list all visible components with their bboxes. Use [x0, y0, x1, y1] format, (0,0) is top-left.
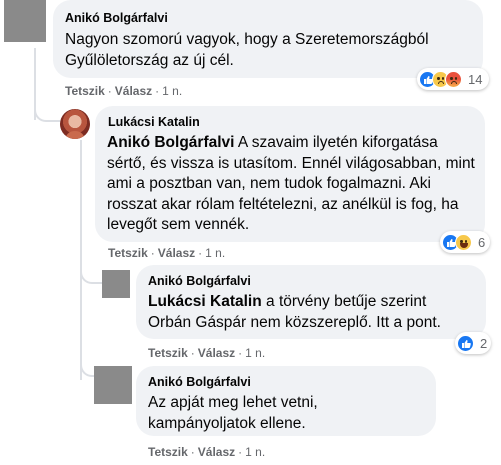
avatar[interactable]: [94, 366, 132, 404]
mention-link[interactable]: Lukácsi Katalin: [148, 293, 262, 310]
reply-button[interactable]: Válasz: [198, 346, 235, 360]
like-button[interactable]: Tetszik: [108, 246, 148, 260]
avatar[interactable]: [60, 109, 90, 139]
reply-button[interactable]: Válasz: [115, 84, 152, 98]
reaction-count: 14: [468, 71, 483, 87]
comment-bubble: Anikó Bolgárfalvi Lukácsi Katalin a törv…: [136, 265, 486, 339]
reaction-summary[interactable]: 2: [455, 332, 491, 354]
comment-author[interactable]: Anikó Bolgárfalvi: [148, 273, 474, 289]
reaction-summary[interactable]: 14: [417, 68, 489, 90]
comment-author[interactable]: Lukácsi Katalin: [108, 114, 473, 130]
like-button[interactable]: Tetszik: [148, 346, 188, 360]
comment-actions: Tetszik · Válasz · 1 n.: [148, 346, 266, 360]
mention-link[interactable]: Anikó Bolgárfalvi: [107, 134, 234, 151]
reply-button[interactable]: Válasz: [158, 246, 195, 260]
comment-text: Anikó Bolgárfalvi A szavaim ilyetén kifo…: [107, 134, 475, 233]
reaction-count: 2: [480, 335, 488, 351]
comment-actions: Tetszik · Válasz · 1 n.: [65, 84, 183, 98]
timestamp[interactable]: 1 n.: [245, 346, 265, 360]
avatar[interactable]: [102, 270, 130, 298]
comment-actions: Tetszik · Válasz · 1 n.: [148, 445, 266, 459]
reaction-count: 6: [478, 234, 486, 250]
thread-connector: [80, 355, 94, 377]
thread-connector: [80, 260, 102, 284]
like-button[interactable]: Tetszik: [148, 445, 188, 459]
haha-icon: [455, 233, 472, 251]
avatar[interactable]: [4, 0, 46, 42]
timestamp[interactable]: 1 n.: [245, 445, 265, 459]
comment-bubble: Lukácsi Katalin Anikó Bolgárfalvi A szav…: [95, 106, 485, 242]
comment-actions: Tetszik · Válasz · 1 n.: [108, 246, 226, 260]
reaction-summary[interactable]: 6: [440, 231, 490, 253]
comment-author[interactable]: Anikó Bolgárfalvi: [148, 374, 424, 390]
comment-author[interactable]: Anikó Bolgárfalvi: [65, 10, 471, 26]
reply-button[interactable]: Válasz: [198, 445, 235, 459]
comment-text: Nagyon szomorú vagyok, hogy a Szeretemor…: [65, 31, 429, 69]
timestamp[interactable]: 1 n.: [205, 246, 225, 260]
comment-text: Lukácsi Katalin a törvény betűje szerint…: [148, 293, 441, 331]
angry-icon: [445, 70, 462, 88]
comment-text: Az apját meg lehet vetni, kampányoljatok…: [148, 394, 318, 432]
like-button[interactable]: Tetszik: [65, 84, 105, 98]
comment-bubble: Anikó Bolgárfalvi Az apját meg lehet vet…: [136, 366, 436, 436]
thread-connector: [34, 100, 60, 122]
like-icon: [457, 334, 474, 352]
comment-bubble: Anikó Bolgárfalvi Nagyon szomorú vagyok,…: [53, 0, 483, 78]
timestamp[interactable]: 1 n.: [162, 84, 182, 98]
